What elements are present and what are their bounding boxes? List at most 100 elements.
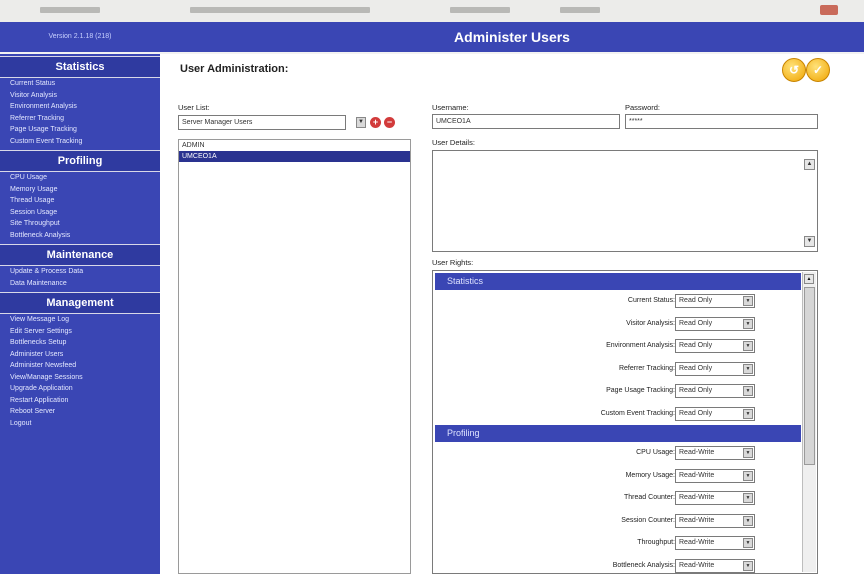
chevron-down-icon[interactable]: ▼	[743, 318, 753, 329]
sidebar-item[interactable]: Restart Application	[0, 395, 160, 407]
sidebar-item[interactable]: Session Usage	[0, 207, 160, 219]
scroll-down-icon[interactable]: ▼	[804, 236, 815, 247]
password-value: *****	[629, 118, 643, 125]
username-label: Username:	[432, 103, 469, 112]
rights-select[interactable]: Read-Write ▼	[675, 513, 755, 528]
sidebar-item[interactable]: Current Status	[0, 78, 160, 90]
username-field[interactable]: UMCEO1A	[432, 114, 620, 129]
sidebar-item[interactable]: Bottlenecks Setup	[0, 337, 160, 349]
chevron-down-icon[interactable]: ▼	[743, 538, 753, 548]
chevron-down-icon[interactable]: ▼	[743, 408, 753, 419]
rights-row: Environment Analysis: Read Only ▼	[435, 335, 801, 358]
rights-row: Session Counter: Read-Write ▼	[435, 510, 801, 533]
rights-row: Current Status: Read Only ▼	[435, 290, 801, 313]
chevron-down-icon[interactable]: ▼	[743, 493, 753, 503]
list-item[interactable]: UMCEO1A	[179, 151, 410, 162]
rights-select[interactable]: Read Only ▼	[675, 339, 755, 353]
chevron-down-icon[interactable]: ▼	[743, 448, 753, 458]
chevron-down-icon[interactable]: ▼	[743, 515, 753, 526]
sidebar-item[interactable]: Bottleneck Analysis	[0, 230, 160, 242]
sidebar-item[interactable]: View Message Log	[0, 314, 160, 326]
rights-select-value: Read-Write	[679, 561, 715, 569]
rights-row: Referrer Tracking: Read Only ▼	[435, 358, 801, 381]
sidebar-item[interactable]: Reboot Server	[0, 406, 160, 418]
sidebar-item[interactable]: Administer Newsfeed	[0, 360, 160, 372]
rights-row: Throughput: Read-Write ▼	[435, 532, 801, 555]
version-label: Version 2.1.18 (218)	[0, 22, 160, 54]
user-rights-panel[interactable]: Statistics Current Status: Read Only ▼ Visit…	[432, 270, 818, 574]
sidebar-item[interactable]: CPU Usage	[0, 172, 160, 184]
rights-select-value: Read Only	[679, 364, 713, 372]
list-item[interactable]: ADMIN	[179, 140, 410, 151]
rights-select[interactable]: Read Only ▼	[675, 406, 755, 421]
sidebar-item[interactable]: Administer Users	[0, 349, 160, 361]
undo-icon[interactable]: ↺	[782, 58, 806, 82]
user-list[interactable]: ADMIN UMCEO1A	[178, 139, 411, 574]
close-icon[interactable]	[820, 5, 838, 15]
rights-select[interactable]: Read Only ▼	[675, 294, 755, 308]
chevron-down-icon[interactable]: ▼	[743, 296, 753, 306]
password-field[interactable]: *****	[625, 114, 818, 129]
toolbar-item	[40, 7, 100, 13]
rights-label: Session Counter:	[621, 516, 675, 524]
sidebar-item[interactable]: Update & Process Data	[0, 266, 160, 278]
rights-select[interactable]: Read-Write ▼	[675, 446, 755, 460]
rights-row: Custom Event Tracking: Read Only ▼	[435, 403, 801, 426]
rights-select[interactable]: Read-Write ▼	[675, 491, 755, 505]
page-header: Administer Users	[160, 22, 864, 54]
chevron-down-icon[interactable]: ▼	[743, 386, 753, 396]
rights-select-value: Read-Write	[679, 516, 715, 524]
sidebar-item[interactable]: Memory Usage	[0, 184, 160, 196]
sidebar-item[interactable]: Thread Usage	[0, 195, 160, 207]
rights-select[interactable]: Read-Write ▼	[675, 558, 755, 573]
sidebar-item[interactable]: Edit Server Settings	[0, 326, 160, 338]
sidebar-item[interactable]: Environment Analysis	[0, 101, 160, 113]
rights-select-value: Read Only	[679, 297, 713, 304]
user-list-filter-select[interactable]: Server Manager Users	[178, 115, 346, 130]
sidebar-item[interactable]: Logout	[0, 418, 160, 430]
browser-toolbar-strip	[0, 0, 864, 23]
user-details-label: User Details:	[432, 138, 475, 147]
sidebar-item[interactable]: Upgrade Application	[0, 383, 160, 395]
rights-group-profiling: Profiling	[435, 425, 801, 442]
rights-row: Page Usage Tracking: Read Only ▼	[435, 380, 801, 403]
chevron-down-icon[interactable]: ▼	[356, 117, 366, 128]
save-icon[interactable]: ✓	[806, 58, 830, 82]
sidebar: Version 2.1.18 (218) Statistics Current S…	[0, 22, 160, 574]
sidebar-section-management: Management	[0, 292, 160, 314]
chevron-down-icon[interactable]: ▼	[743, 560, 753, 571]
sidebar-item[interactable]: Referrer Tracking	[0, 113, 160, 125]
rights-label: Thread Counter:	[624, 494, 675, 501]
scroll-up-icon[interactable]: ▲	[804, 159, 815, 170]
chevron-down-icon[interactable]: ▼	[743, 341, 753, 351]
delete-icon[interactable]: −	[384, 117, 395, 128]
rights-label: Environment Analysis:	[606, 342, 675, 349]
sidebar-item[interactable]: Data Maintenance	[0, 278, 160, 290]
sidebar-item[interactable]: Page Usage Tracking	[0, 124, 160, 136]
rights-select[interactable]: Read-Write ▼	[675, 468, 755, 483]
sidebar-item[interactable]: Visitor Analysis	[0, 90, 160, 102]
add-icon[interactable]: +	[370, 117, 381, 128]
sidebar-section-maintenance: Maintenance	[0, 244, 160, 266]
chevron-down-icon[interactable]: ▼	[743, 363, 753, 374]
sidebar-item[interactable]: Custom Event Tracking	[0, 136, 160, 148]
sidebar-item[interactable]: View/Manage Sessions	[0, 372, 160, 384]
rights-select-value: Read Only	[679, 319, 713, 327]
user-details-textarea[interactable]: ▲ ▼	[432, 150, 818, 252]
rights-select[interactable]: Read Only ▼	[675, 316, 755, 331]
rights-select[interactable]: Read-Write ▼	[675, 536, 755, 550]
rights-select[interactable]: Read Only ▼	[675, 384, 755, 398]
chevron-down-icon[interactable]: ▼	[743, 470, 753, 481]
rights-row: CPU Usage: Read-Write ▼	[435, 442, 801, 465]
rights-row: Thread Counter: Read-Write ▼	[435, 487, 801, 510]
sidebar-item[interactable]: Site Throughput	[0, 218, 160, 230]
scrollbar-thumb[interactable]	[804, 287, 815, 465]
sidebar-section-statistics: Statistics	[0, 56, 160, 78]
scroll-up-icon[interactable]: ▲	[804, 274, 814, 284]
rights-select-value: Read-Write	[679, 449, 715, 456]
rights-row: Memory Usage: Read-Write ▼	[435, 465, 801, 488]
rights-row: Bottleneck Analysis: Read-Write ▼	[435, 555, 801, 574]
rights-label: Visitor Analysis:	[626, 319, 675, 327]
rights-select[interactable]: Read Only ▼	[675, 361, 755, 376]
rights-group-statistics: Statistics	[435, 273, 801, 290]
